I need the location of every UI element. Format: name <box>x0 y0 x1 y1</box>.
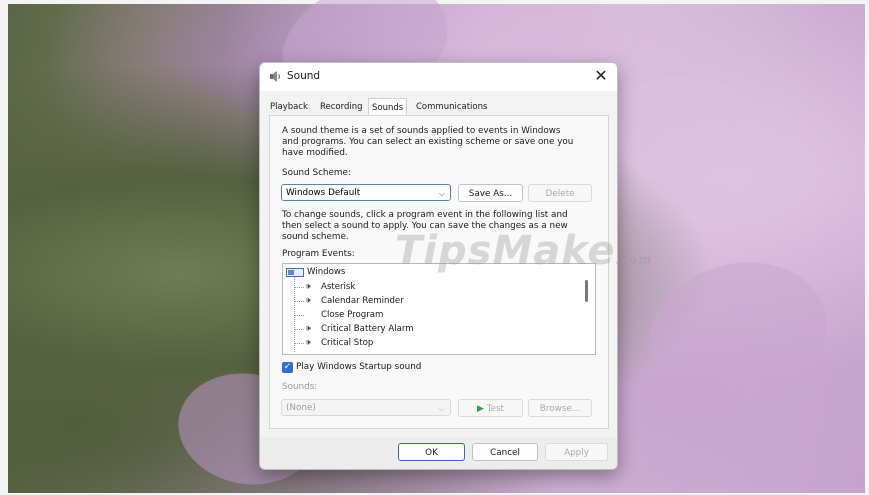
play-icon: ▶ <box>476 404 484 414</box>
browse-button[interactable]: Browse... <box>528 399 592 417</box>
tree-branch <box>295 287 304 288</box>
event-label: Close Program <box>321 310 384 320</box>
speaker-icon: 🕩 <box>305 282 311 292</box>
speaker-icon <box>270 71 280 82</box>
delete-button[interactable]: Delete <box>528 184 592 202</box>
save-as-button[interactable]: Save As... <box>458 184 523 202</box>
sounds-label: Sounds: <box>282 382 318 392</box>
wallpaper-petal <box>589 47 827 251</box>
tab-recording[interactable]: Recording <box>320 100 363 115</box>
event-critical-battery-alarm[interactable]: 🕩 Critical Battery Alarm <box>295 323 495 336</box>
watermark-suffix: .com <box>615 253 652 267</box>
event-label: Calendar Reminder <box>321 296 404 306</box>
list-scrollbar[interactable] <box>585 280 588 302</box>
test-button[interactable]: ▶ Test <box>458 399 523 417</box>
speaker-icon: 🕩 <box>305 296 311 306</box>
test-button-label: Test <box>486 404 505 414</box>
tab-communications[interactable]: Communications <box>416 100 487 115</box>
intro-text-line-1: A sound theme is a set of sounds applied… <box>282 126 561 136</box>
cancel-button[interactable]: Cancel <box>472 443 538 461</box>
instructions-line-3: sound scheme. <box>282 232 349 242</box>
program-events-list[interactable]: Windows 🕩 Asterisk 🕩 Calendar Reminder C… <box>282 263 596 355</box>
sounds-select[interactable]: (None) ⌵ <box>281 399 451 416</box>
event-critical-stop[interactable]: 🕩 Critical Stop <box>295 337 495 350</box>
watermark: TipsMake.com <box>395 228 652 274</box>
ok-button[interactable]: OK <box>398 443 465 461</box>
tree-branch <box>295 343 304 344</box>
sound-scheme-label: Sound Scheme: <box>282 168 351 178</box>
speaker-icon: 🕩 <box>305 324 311 334</box>
event-label: Critical Battery Alarm <box>321 324 414 334</box>
tree-branch <box>295 315 304 316</box>
wallpaper-petal <box>632 243 844 425</box>
program-events-label: Program Events: <box>282 249 355 259</box>
instructions-line-1: To change sounds, click a program event … <box>282 210 568 220</box>
dialog-title: Sound <box>287 70 321 82</box>
apply-button[interactable]: Apply <box>545 443 608 461</box>
chevron-down-icon: ⌵ <box>438 189 445 198</box>
chevron-down-icon: ⌵ <box>438 404 445 413</box>
tree-branch <box>295 329 304 330</box>
event-close-program[interactable]: Close Program <box>295 309 495 322</box>
startup-sound-label: Play Windows Startup sound <box>296 362 422 372</box>
tree-group-label: Windows <box>307 267 346 277</box>
event-asterisk[interactable]: 🕩 Asterisk <box>295 281 495 294</box>
monitor-icon <box>286 268 304 277</box>
title-bar: Sound ✕ <box>260 63 617 91</box>
event-label: Asterisk <box>321 282 356 292</box>
tab-playback[interactable]: Playback <box>270 100 308 115</box>
sounds-value: (None) <box>286 403 316 413</box>
sound-scheme-value: Windows Default <box>286 188 361 198</box>
watermark-text: TipsMake <box>395 228 616 274</box>
event-label: Critical Stop <box>321 338 374 348</box>
intro-text-line-3: have modified. <box>282 148 348 158</box>
sound-scheme-select[interactable]: Windows Default ⌵ <box>281 184 451 201</box>
close-button[interactable]: ✕ <box>593 66 609 85</box>
tree-branch <box>295 301 304 302</box>
event-calendar-reminder[interactable]: 🕩 Calendar Reminder <box>295 295 495 308</box>
intro-text-line-2: and programs. You can select an existing… <box>282 137 574 147</box>
startup-sound-checkbox[interactable]: ✓ <box>282 362 293 373</box>
speaker-icon: 🕩 <box>305 338 311 348</box>
